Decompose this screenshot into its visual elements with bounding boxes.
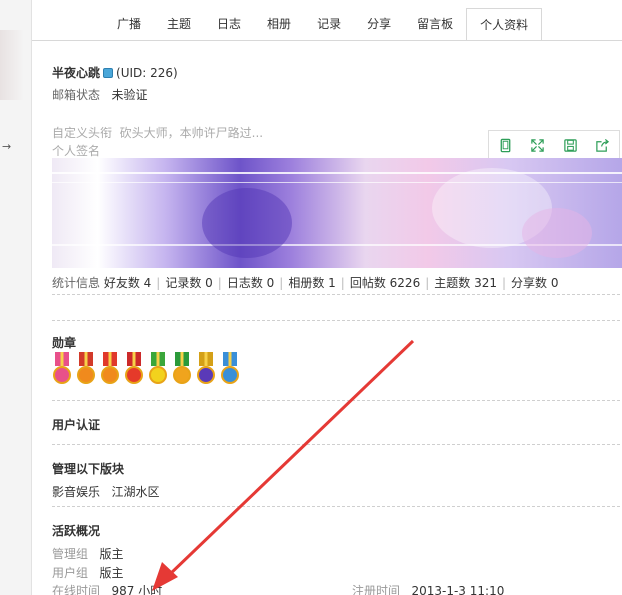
- activity-title: 活跃概况: [52, 524, 101, 538]
- user-header: 半夜心跳 (UID: 226): [52, 64, 178, 81]
- admin-group-value[interactable]: 版主: [99, 547, 123, 561]
- stat-friends[interactable]: 好友数 4: [104, 276, 151, 290]
- email-status-row: 邮箱状态 未验证: [52, 86, 147, 103]
- stat-shares[interactable]: 分享数 0: [511, 276, 558, 290]
- email-status-value: 未验证: [111, 88, 148, 102]
- online-time-label: 在线时间: [52, 584, 101, 595]
- tabs-divider: [32, 40, 622, 41]
- admin-group-label: 管理组: [52, 547, 89, 561]
- stats-label: 统计信息: [52, 276, 101, 290]
- forum-link[interactable]: 影音娱乐: [52, 485, 100, 499]
- tab-share[interactable]: 分享: [354, 8, 404, 40]
- fullscreen-icon[interactable]: [522, 131, 555, 159]
- tab-album[interactable]: 相册: [254, 8, 304, 40]
- managed-forums-row: 影音娱乐 江湖水区: [52, 483, 159, 500]
- user-group-label: 用户组: [52, 566, 89, 580]
- stats-row: 统计信息 好友数 4 | 记录数 0 | 日志数 0 | 相册数 1 | 回帖数 6226 | 主题…: [52, 276, 559, 290]
- divider: [52, 506, 620, 507]
- profile-tabs: 广播 主题 日志 相册 记录 分享 留言板 个人资料: [104, 8, 543, 41]
- medal-icon[interactable]: [124, 352, 144, 388]
- divider: [52, 400, 620, 401]
- medal-icon[interactable]: [172, 352, 192, 388]
- tab-profile[interactable]: 个人资料: [466, 8, 543, 41]
- medal-icon[interactable]: [220, 352, 240, 388]
- tab-records[interactable]: 记录: [304, 8, 354, 40]
- divider: [52, 444, 620, 445]
- medal-icon[interactable]: [196, 352, 216, 388]
- stat-threads[interactable]: 主题数 321: [434, 276, 497, 290]
- stat-records[interactable]: 记录数 0: [165, 276, 212, 290]
- divider: [52, 294, 620, 295]
- share-icon[interactable]: [587, 131, 620, 159]
- email-status-label: 邮箱状态: [52, 88, 101, 102]
- medal-icon[interactable]: [100, 352, 120, 388]
- online-status-icon: [103, 68, 114, 78]
- stat-blogs[interactable]: 日志数 0: [227, 276, 274, 290]
- tab-threads[interactable]: 主题: [154, 8, 204, 40]
- stat-albums[interactable]: 相册数 1: [288, 276, 335, 290]
- custom-title-row: 自定义头衔 砍头大师，本帅许尸路过...: [52, 124, 263, 141]
- save-icon[interactable]: [554, 131, 587, 159]
- managed-forums-title: 管理以下版块: [52, 462, 125, 476]
- tab-guestbook[interactable]: 留言板: [404, 8, 466, 40]
- medal-icon[interactable]: [148, 352, 168, 388]
- user-group-value[interactable]: 版主: [99, 566, 123, 580]
- custom-title-label: 自定义头衔: [52, 126, 113, 140]
- tablet-icon[interactable]: [489, 131, 522, 159]
- medal-icon[interactable]: [76, 352, 96, 388]
- user-uid: (UID: 226): [116, 66, 178, 80]
- username[interactable]: 半夜心跳: [52, 66, 100, 80]
- medal-list: [52, 352, 244, 388]
- sidebar-thumbnail: [0, 30, 24, 100]
- online-time-row: 在线时间 987 小时: [52, 582, 162, 595]
- register-time-value: 2013-1-3 11:10: [411, 584, 505, 595]
- stat-replies[interactable]: 回帖数 6226: [350, 276, 420, 290]
- tab-blog[interactable]: 日志: [204, 8, 254, 40]
- medals-title: 勋章: [52, 336, 77, 350]
- user-group-row: 用户组 版主: [52, 564, 123, 581]
- signature-banner-image: [52, 158, 622, 268]
- sidebar-arrow-icon: →: [2, 140, 12, 153]
- forum-link[interactable]: 江湖水区: [111, 485, 159, 499]
- online-time-value: 987 小时: [111, 584, 163, 595]
- left-sidebar-edge: →: [0, 0, 32, 595]
- custom-title-value: 砍头大师，本帅许尸路过...: [119, 126, 264, 140]
- divider: [52, 320, 620, 321]
- admin-group-row: 管理组 版主: [52, 545, 123, 562]
- signature-label: 个人签名: [52, 144, 101, 158]
- medal-icon[interactable]: [52, 352, 72, 388]
- register-time-label: 注册时间: [352, 584, 401, 595]
- image-toolbar: [488, 130, 620, 160]
- tab-broadcast[interactable]: 广播: [104, 8, 154, 40]
- register-time-row: 注册时间 2013-1-3 11:10: [352, 582, 504, 595]
- certification-title: 用户认证: [52, 418, 101, 432]
